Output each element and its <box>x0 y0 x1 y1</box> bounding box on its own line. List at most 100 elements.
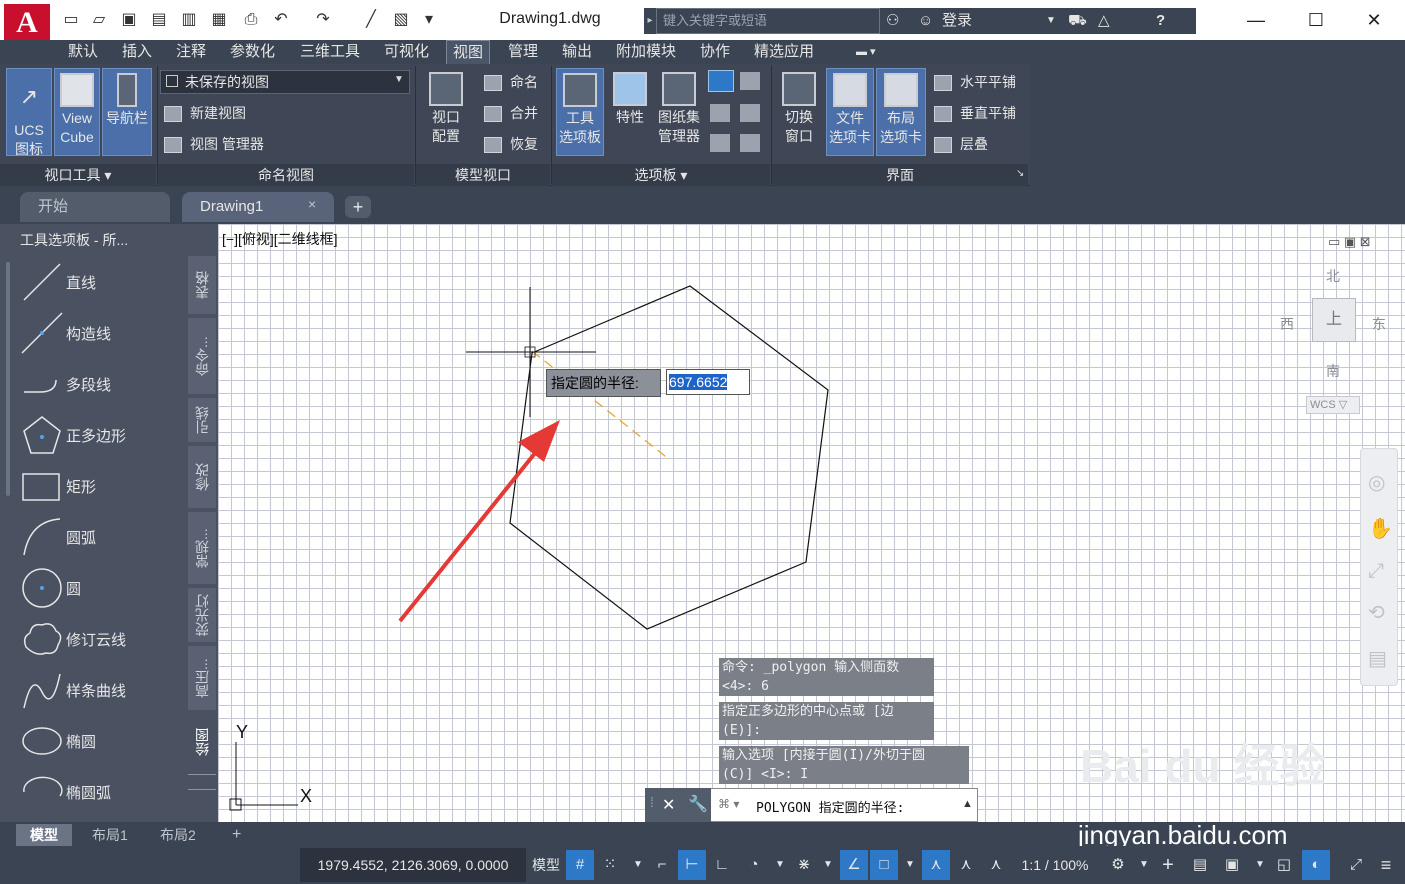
tab-insert[interactable]: 插入 <box>116 40 158 64</box>
annotation-visibility-icon[interactable]: ⋏ <box>922 850 950 880</box>
navbar-button[interactable]: 导航栏 <box>102 68 152 156</box>
annotation-scale-dropdown[interactable]: 1:1 / 100% <box>1012 850 1098 880</box>
object-snap-icon[interactable]: □ <box>870 850 898 880</box>
wcs-menu[interactable]: WCS ▽ <box>1306 396 1360 414</box>
palette-item-polyline[interactable]: 多段线 <box>20 362 180 406</box>
viewcube-west[interactable]: 西 <box>1280 314 1294 334</box>
named-views-dropdown[interactable]: 未保存的视图 <box>160 70 410 94</box>
viewcube-north[interactable]: 北 <box>1326 266 1340 286</box>
viewcube-button[interactable]: View Cube <box>54 68 100 156</box>
file-tabs-toggle-button[interactable]: 文件 选项卡 <box>826 68 874 156</box>
tool-palettes-button[interactable]: 工具 选项板 <box>556 68 604 156</box>
osnap-dropdown-icon[interactable]: ▼ <box>896 850 924 880</box>
command-line-icon[interactable] <box>708 70 734 92</box>
tab-featured-apps[interactable]: 精选应用 <box>748 40 820 64</box>
help-icon[interactable]: ? <box>1156 8 1165 34</box>
cart-icon[interactable]: ⛟ <box>1068 8 1087 34</box>
search-expand-icon[interactable]: ▸ <box>644 8 656 34</box>
markup-icon[interactable] <box>710 104 730 122</box>
object-snap-tracking-icon[interactable]: ∠ <box>840 850 868 880</box>
quick-properties-icon[interactable]: ▣ <box>1218 850 1246 880</box>
user-icon[interactable]: ☺ <box>918 8 933 34</box>
panel-launcher-icon[interactable]: ↘ <box>1016 168 1024 179</box>
coordinates-display[interactable]: 1979.4552, 2126.3069, 0.0000 <box>300 848 526 882</box>
annotation-scale-icon[interactable]: ⋏ <box>982 850 1010 880</box>
tab-3d-tools[interactable]: 三维工具 <box>294 40 366 64</box>
polar-tracking-icon[interactable]: ◔ <box>740 850 768 880</box>
units-icon[interactable]: ▤ <box>1186 850 1214 880</box>
properties-button[interactable]: 特性 <box>608 68 652 156</box>
clean-screen-icon[interactable]: ⤢ <box>1342 850 1370 880</box>
switch-window-button[interactable]: 切换 窗口 <box>776 68 822 156</box>
restore-viewport-button[interactable]: 恢复 <box>484 132 538 156</box>
vtab-general[interactable]: 常规... <box>188 512 216 584</box>
viewport-config-button[interactable]: 视口 配置 <box>422 68 470 156</box>
palette-item-spline[interactable]: 样条曲线 <box>20 668 180 712</box>
design-center-icon[interactable] <box>740 72 760 90</box>
palette-item-circle[interactable]: 圆 <box>20 566 180 610</box>
viewport-minimize-icon[interactable]: ▭ ▣ ⊠ <box>1328 234 1371 250</box>
snap-icon[interactable]: ⁙ <box>596 850 624 880</box>
tab-collaborate[interactable]: 协作 <box>694 40 736 64</box>
pan-icon[interactable]: ✋ <box>1368 516 1393 541</box>
status-menu-icon[interactable]: ≡ <box>1372 850 1400 880</box>
workspace-gear-icon[interactable]: ⚙ <box>1104 850 1132 880</box>
named-viewport-button[interactable]: 命名 <box>484 70 538 94</box>
isolate-objects-icon[interactable]: ◱ <box>1270 850 1298 880</box>
print-icon[interactable]: ⎙ <box>240 10 262 30</box>
undo-icon[interactable]: ↶ <box>270 10 292 30</box>
grid-icon[interactable]: # <box>566 850 594 880</box>
sheet-set-manager-button[interactable]: 图纸集 管理器 <box>654 68 704 156</box>
model-space-button[interactable]: 模型 <box>528 850 564 880</box>
join-viewport-button[interactable]: 合并 <box>484 101 538 125</box>
vtab-tables[interactable]: 表格 <box>188 256 216 314</box>
new-view-button[interactable]: 新建视图 <box>164 101 246 125</box>
annotation-autoscale-icon[interactable]: ⋏ <box>952 850 980 880</box>
add-layout-button[interactable]: + <box>218 824 255 846</box>
tab-layout1[interactable]: 布局1 <box>78 824 142 846</box>
zoom-extents-icon[interactable]: ⤢ <box>1368 560 1384 583</box>
match-icon[interactable]: ╱ <box>360 10 382 30</box>
clipboard-icon[interactable] <box>740 134 760 152</box>
tab-addins[interactable]: 附加模块 <box>610 40 682 64</box>
palette-item-elliptical-arc[interactable]: 椭圆弧 <box>20 770 180 814</box>
new-file-icon[interactable]: ▭ <box>60 10 82 30</box>
isodraft-dropdown-icon[interactable]: ▼ <box>814 850 842 880</box>
palette-scrollbar[interactable] <box>6 262 10 496</box>
layout-tabs-toggle-button[interactable]: 布局 选项卡 <box>876 68 926 156</box>
close-window-button[interactable]: ✕ <box>1354 6 1394 34</box>
tile-vertical-button[interactable]: 垂直平铺 <box>934 101 1016 125</box>
command-customize-icon[interactable]: 🔧 <box>688 794 708 814</box>
dropdown-chevron-icon[interactable]: ▼ <box>394 74 404 85</box>
open-web-icon[interactable]: ▥ <box>178 10 200 30</box>
tab-model[interactable]: 模型 <box>16 824 72 846</box>
save-icon[interactable]: ▣ <box>118 10 140 30</box>
viewcube-east[interactable]: 东 <box>1372 314 1386 334</box>
palette-item-polygon[interactable]: 正多边形 <box>20 413 180 457</box>
layer-icon[interactable] <box>710 134 730 152</box>
view-manager-button[interactable]: 视图 管理器 <box>164 132 264 156</box>
tab-default[interactable]: 默认 <box>62 40 104 64</box>
cascade-button[interactable]: 层叠 <box>934 132 988 156</box>
save-as-icon[interactable]: ▤ <box>148 10 170 30</box>
dynamic-input-icon[interactable]: ⊢ <box>678 850 706 880</box>
save-web-icon[interactable]: ▦ <box>208 10 230 30</box>
close-tab-icon[interactable]: × <box>308 196 316 212</box>
infer-constraints-icon[interactable]: ⌐ <box>648 850 676 880</box>
ribbon-minimize-icon[interactable]: ▬ ▾ <box>850 40 882 64</box>
quick-access-dropdown-icon[interactable]: ▾ <box>418 10 440 30</box>
showmotion-icon[interactable]: ▤ <box>1368 646 1387 671</box>
tab-view[interactable]: 视图 <box>446 40 491 64</box>
orbit-icon[interactable]: ⟲ <box>1368 600 1385 625</box>
ortho-icon[interactable]: ∟ <box>708 850 736 880</box>
dynamic-input-field[interactable]: 697.6652 <box>666 369 750 395</box>
ucs-icon-button[interactable]: ↗ UCS 图标 <box>6 68 52 157</box>
vtab-draw[interactable]: 绘图 <box>188 714 216 770</box>
login-button[interactable]: 登录 <box>942 8 972 34</box>
tab-parametric[interactable]: 参数化 <box>224 40 281 64</box>
calculator-icon[interactable] <box>740 104 760 122</box>
tab-start[interactable]: 开始 <box>20 192 170 222</box>
tab-manage[interactable]: 管理 <box>502 40 544 64</box>
maximize-button[interactable]: ☐ <box>1296 6 1336 34</box>
tab-output[interactable]: 输出 <box>556 40 598 64</box>
